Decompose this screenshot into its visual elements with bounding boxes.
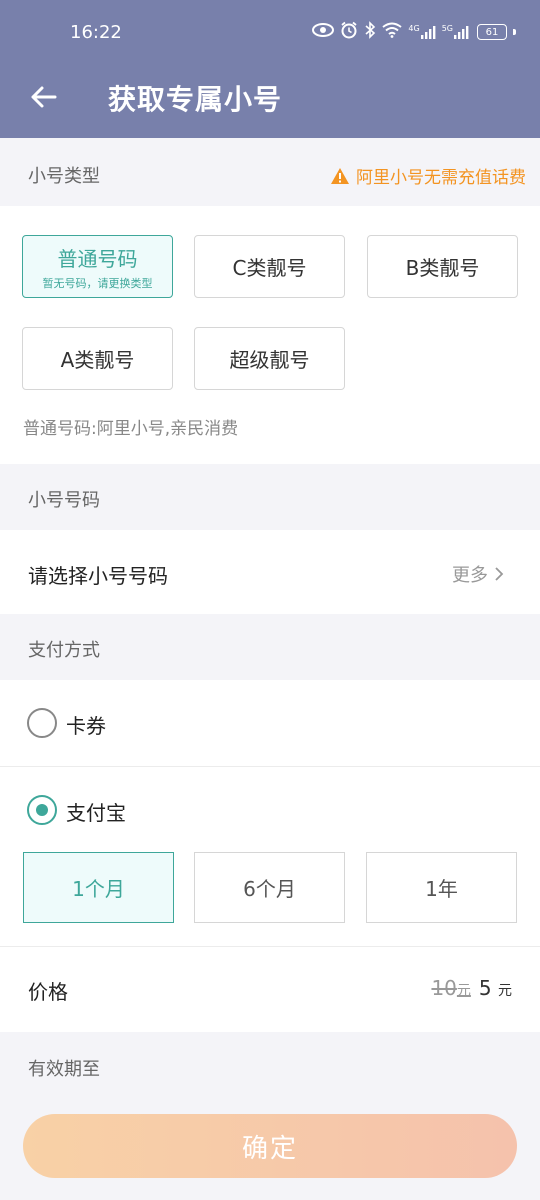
payment-section-header: 支付方式 [0,614,540,680]
eye-icon [312,23,335,41]
new-price-amount: 5 [478,976,492,1000]
signal-5g-icon: 5G [442,24,469,40]
wifi-icon [382,22,403,42]
top-bar: 16:22 4G 5G 61 获取专属小号 [0,0,540,138]
period-label: 1年 [425,877,458,901]
type-button-normal[interactable]: 普通号码 暂无号码，请更换类型 [22,235,173,298]
more-button[interactable]: 更多 [452,561,504,587]
type-button-b[interactable]: B类靓号 [367,235,518,298]
period-button-1-year[interactable]: 1年 [366,852,517,923]
old-price-amount: 10 [431,976,457,1000]
type-button-label: C类靓号 [232,256,307,280]
new-price-unit: 元 [498,983,512,999]
period-button-1-month[interactable]: 1个月 [23,852,174,923]
recharge-warning: 阿里小号无需充值话费 [330,163,526,188]
back-button[interactable] [26,80,60,114]
period-label: 1个月 [72,877,125,901]
status-time: 16:22 [70,22,122,43]
warning-icon [331,167,349,184]
type-button-c[interactable]: C类靓号 [194,235,345,298]
page-title: 获取专属小号 [108,83,283,116]
divider [0,766,540,767]
alarm-icon [340,21,358,43]
type-button-label: 超级靓号 [229,348,310,372]
old-price-unit: 元 [456,983,471,999]
type-button-sub: 暂无号码，请更换类型 [42,276,153,290]
confirm-button[interactable]: 确定 [23,1114,517,1178]
radio-alipay[interactable] [27,795,57,825]
type-button-label: A类靓号 [60,348,135,372]
payment-option-coupon[interactable]: 卡券 [66,710,106,739]
arrow-left-icon [31,86,57,108]
type-button-a[interactable]: A类靓号 [22,327,173,390]
status-icons: 4G 5G 61 [312,21,516,43]
price-label: 价格 [28,980,68,1004]
payment-section-label: 支付方式 [28,640,100,661]
signal-5g-label: 5G [441,24,453,33]
type-button-label: B类靓号 [405,256,480,280]
period-label: 6个月 [243,877,296,901]
new-price: 5 元 [479,976,512,1000]
period-button-6-months[interactable]: 6个月 [194,852,345,923]
bluetooth-icon [364,21,376,43]
number-section-label: 小号号码 [28,490,100,511]
battery-icon: 61 [477,24,507,40]
more-label: 更多 [452,565,488,586]
type-button-super[interactable]: 超级靓号 [194,327,345,390]
type-section-label: 小号类型 [28,166,100,187]
type-button-label: 普通号码 [57,246,138,271]
payment-option-alipay[interactable]: 支付宝 [66,797,126,826]
validity-label: 有效期至 [28,1059,100,1080]
price-value: 10元 5 元 [431,976,512,1000]
chevron-right-icon [495,567,504,581]
battery-nub [513,29,516,35]
number-section-header: 小号号码 [0,464,540,530]
warning-text: 阿里小号无需充值话费 [356,168,526,188]
signal-4g-label: 4G [408,24,420,33]
signal-4g-icon: 4G [408,24,436,40]
old-price: 10元 [431,976,470,1000]
number-select-placeholder: 请选择小号号码 [28,564,168,588]
type-description: 普通号码:阿里小号,亲民消费 [23,419,239,439]
radio-coupon[interactable] [27,708,57,738]
divider [0,946,540,947]
